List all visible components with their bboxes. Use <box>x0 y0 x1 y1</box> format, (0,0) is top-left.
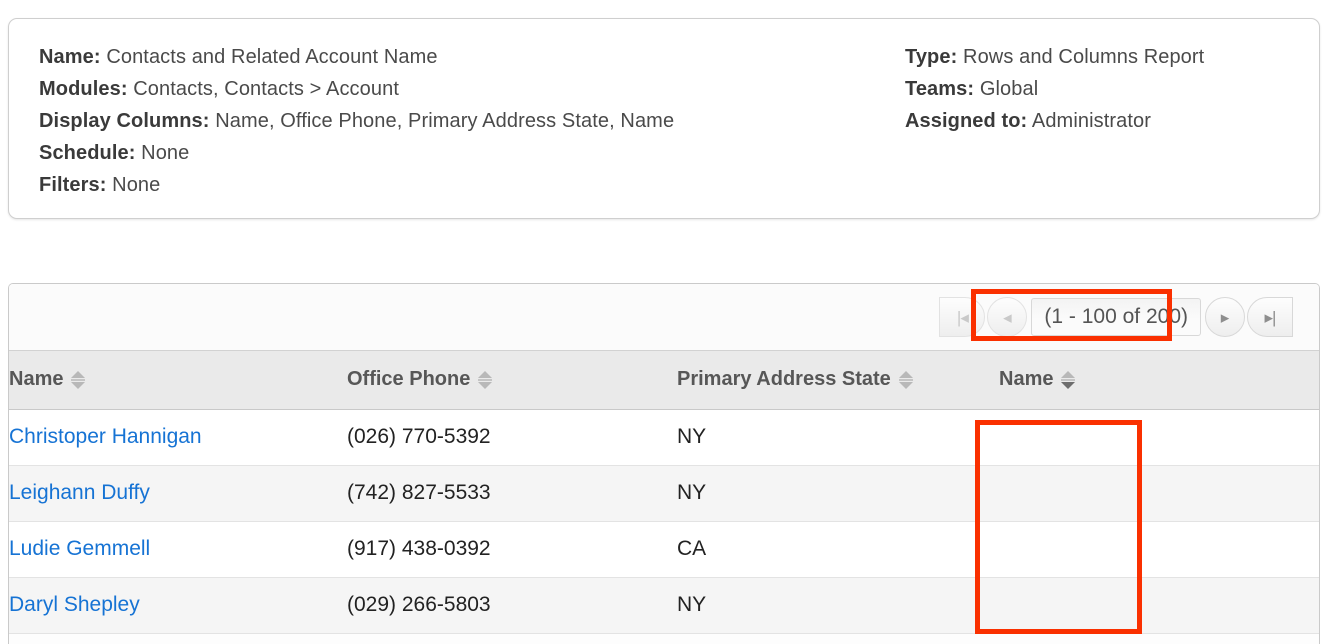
cell-office-phone: (026) 770-5392 <box>347 409 677 466</box>
report-results-table: Name Office Phone Primary Address State <box>9 351 1319 634</box>
column-header-name[interactable]: Name <box>9 351 347 410</box>
column-header-primary-address-state-label: Primary Address State <box>677 368 891 391</box>
cell-account-name <box>999 521 1319 578</box>
report-detail-page: Name: Contacts and Related Account Name … <box>0 0 1328 644</box>
cell-name: Daryl Shepley <box>9 577 347 634</box>
report-info-row-name: Name: Contacts and Related Account Name <box>39 41 879 73</box>
report-info-row-filters: Filters: None <box>39 169 879 201</box>
report-info-row-schedule: Schedule: None <box>39 137 879 169</box>
contact-name-link[interactable]: Christoper Hannigan <box>9 425 202 448</box>
sort-toggle-icon-active[interactable] <box>1061 370 1076 390</box>
sort-toggle-icon[interactable] <box>478 370 493 390</box>
report-info-value-schedule: None <box>141 142 190 164</box>
report-results-panel: |◂ ◂ (1 - 100 of 200) ▸ ▸| Name Office P… <box>8 283 1320 644</box>
cell-account-name <box>999 577 1319 634</box>
report-info-value-modules: Contacts, Contacts > Account <box>133 78 399 100</box>
cell-name: Christoper Hannigan <box>9 409 347 466</box>
report-info-row-display-columns: Display Columns: Name, Office Phone, Pri… <box>39 105 879 137</box>
table-header-row: Name Office Phone Primary Address State <box>9 351 1319 410</box>
column-header-account-name-label: Name <box>999 368 1054 391</box>
column-header-office-phone-label: Office Phone <box>347 368 471 391</box>
report-info-value-name: Contacts and Related Account Name <box>106 46 438 68</box>
column-header-name-label: Name <box>9 368 64 391</box>
report-info-value-teams: Global <box>979 78 1039 100</box>
contact-name-link[interactable]: Daryl Shepley <box>9 593 140 616</box>
report-info-label-modules: Modules: <box>39 78 128 100</box>
report-info-value-type: Rows and Columns Report <box>963 46 1205 68</box>
column-header-office-phone[interactable]: Office Phone <box>347 351 677 410</box>
previous-page-icon[interactable]: ◂ <box>987 297 1028 337</box>
report-info-row-teams: Teams: Global <box>905 73 1315 105</box>
report-info-row-modules: Modules: Contacts, Contacts > Account <box>39 73 879 105</box>
next-page-icon[interactable]: ▸ <box>1205 297 1245 337</box>
table-body: Christoper Hannigan (026) 770-5392 NY Le… <box>9 409 1319 634</box>
report-info-label-assigned-to: Assigned to: <box>905 110 1028 132</box>
pagination-count-label: (1 - 100 of 200) <box>1031 298 1201 336</box>
cell-name: Leighann Duffy <box>9 465 347 522</box>
report-info-value-display-columns: Name, Office Phone, Primary Address Stat… <box>215 110 675 132</box>
pagination-controls: |◂ ◂ (1 - 100 of 200) ▸ ▸| <box>939 295 1293 339</box>
cell-office-phone: (742) 827-5533 <box>347 465 677 522</box>
cell-name: Ludie Gemmell <box>9 521 347 578</box>
report-info-value-assigned-to: Administrator <box>1031 110 1152 132</box>
report-info-value-filters: None <box>112 174 161 196</box>
report-info-label-schedule: Schedule: <box>39 142 136 164</box>
column-header-account-name[interactable]: Name <box>999 351 1319 410</box>
list-toolbar: |◂ ◂ (1 - 100 of 200) ▸ ▸| <box>9 284 1319 351</box>
cell-account-name <box>999 409 1319 466</box>
sort-toggle-icon[interactable] <box>898 370 913 390</box>
report-info-label-filters: Filters: <box>39 174 107 196</box>
cell-primary-address-state: NY <box>677 577 999 634</box>
report-info-label-display-columns: Display Columns: <box>39 110 210 132</box>
cell-primary-address-state: NY <box>677 409 999 466</box>
report-info-row-type: Type: Rows and Columns Report <box>905 41 1315 73</box>
table-row: Christoper Hannigan (026) 770-5392 NY <box>9 409 1319 466</box>
table-row: Ludie Gemmell (917) 438-0392 CA <box>9 521 1319 578</box>
cell-office-phone: (917) 438-0392 <box>347 521 677 578</box>
report-info-left-column: Name: Contacts and Related Account Name … <box>39 41 879 201</box>
report-info-label-name: Name: <box>39 46 101 68</box>
report-info-label-teams: Teams: <box>905 78 975 100</box>
cell-office-phone: (029) 266-5803 <box>347 577 677 634</box>
report-info-right-column: Type: Rows and Columns Report Teams: Glo… <box>905 41 1315 137</box>
report-info-label-type: Type: <box>905 46 958 68</box>
report-info-row-assigned-to: Assigned to: Administrator <box>905 105 1315 137</box>
cell-primary-address-state: NY <box>677 465 999 522</box>
contact-name-link[interactable]: Ludie Gemmell <box>9 537 150 560</box>
contact-name-link[interactable]: Leighann Duffy <box>9 481 150 504</box>
cell-account-name <box>999 465 1319 522</box>
table-row: Leighann Duffy (742) 827-5533 NY <box>9 465 1319 522</box>
first-page-icon[interactable]: |◂ <box>939 297 986 337</box>
report-info-panel: Name: Contacts and Related Account Name … <box>8 18 1320 219</box>
sort-toggle-icon[interactable] <box>71 370 86 390</box>
table-row: Daryl Shepley (029) 266-5803 NY <box>9 577 1319 634</box>
column-header-primary-address-state[interactable]: Primary Address State <box>677 351 999 410</box>
cell-primary-address-state: CA <box>677 521 999 578</box>
last-page-icon[interactable]: ▸| <box>1247 297 1293 337</box>
